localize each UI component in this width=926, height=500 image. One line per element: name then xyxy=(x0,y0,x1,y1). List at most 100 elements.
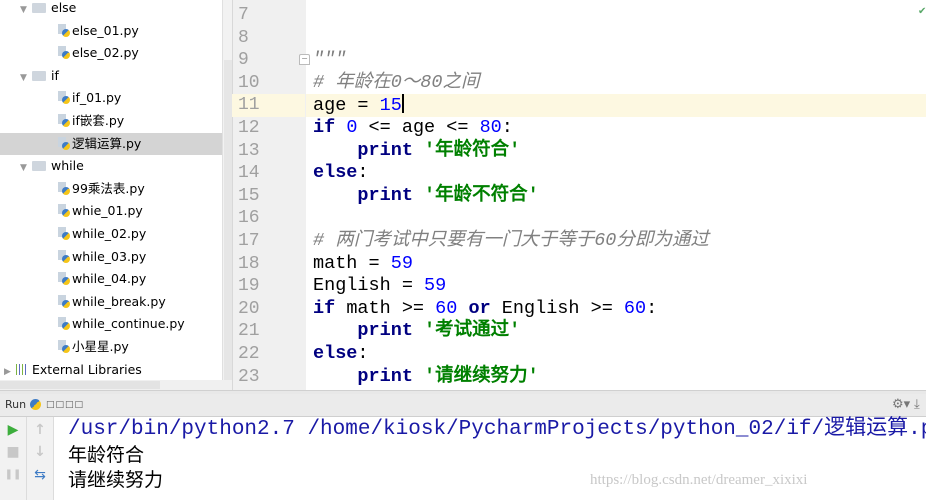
tree-folder[interactable]: ▼ if xyxy=(20,65,59,87)
python-file-icon xyxy=(58,294,70,308)
code-token: : xyxy=(646,297,658,319)
soft-wrap-icon[interactable]: ⇆ xyxy=(30,465,50,485)
line-number: 18 xyxy=(238,253,260,274)
code-line[interactable]: print '考试通过' xyxy=(306,320,926,343)
line-number: 22 xyxy=(238,344,260,364)
tree-item-label: else xyxy=(51,0,77,15)
tree-item-label: else_02.py xyxy=(72,45,139,61)
keyword-token: print xyxy=(357,320,413,342)
python-file-icon xyxy=(58,272,70,286)
project-tree-hscrollbar[interactable] xyxy=(0,380,232,390)
text-caret xyxy=(401,94,404,114)
tree-file[interactable]: 99乘法表.py xyxy=(58,178,145,200)
tree-external-libraries[interactable]: ▶ External Libraries xyxy=(4,359,142,381)
run-tab-label[interactable]: Run xyxy=(5,394,26,416)
tree-file[interactable]: if_01.py xyxy=(58,87,121,109)
keyword-token: if xyxy=(313,117,336,138)
code-line[interactable]: math = 59 xyxy=(306,253,926,276)
string-token: '年龄不符合' xyxy=(424,184,539,206)
tree-file[interactable]: else_01.py xyxy=(58,20,139,42)
tree-item-label: else_01.py xyxy=(72,22,139,38)
scrollbar-thumb[interactable] xyxy=(0,381,160,389)
tree-folder[interactable]: ▼ else xyxy=(20,0,76,19)
line-number: 23 xyxy=(238,366,260,387)
number-token: 60 xyxy=(623,297,647,319)
code-token: : xyxy=(501,117,513,138)
code-line[interactable]: else: xyxy=(306,162,926,185)
gear-icon[interactable]: ⚙▾ xyxy=(892,394,910,416)
scroll-down-icon[interactable]: ↓ xyxy=(30,442,50,462)
number-token: 0 xyxy=(346,117,358,138)
code-line[interactable]: age = 15 xyxy=(306,94,926,117)
tree-item-label: 99乘法表.py xyxy=(72,180,145,196)
python-file-icon xyxy=(58,204,70,218)
code-line[interactable]: if 0 <= age <= 80: xyxy=(306,117,926,140)
tree-item-label: while_break.py xyxy=(72,293,166,309)
tree-file[interactable]: while_04.py xyxy=(58,268,146,290)
pin-icon[interactable]: ⤓ xyxy=(914,394,920,416)
tree-item-label: while xyxy=(51,158,84,174)
keyword-token: else xyxy=(313,162,358,184)
python-file-icon xyxy=(58,249,70,263)
pause-icon[interactable]: ❚❚ xyxy=(3,465,23,485)
tree-file[interactable]: 小星星.py xyxy=(58,336,129,358)
tree-item-label: whie_01.py xyxy=(72,203,143,219)
code-line[interactable]: if math >= 60 or English >= 60: xyxy=(306,298,926,321)
line-number: 16 xyxy=(238,208,260,229)
code-line[interactable]: """ xyxy=(306,49,926,72)
expand-arrow-icon[interactable]: ▼ xyxy=(20,157,32,179)
stop-icon[interactable]: ■ xyxy=(3,442,23,462)
folder-icon xyxy=(32,3,46,13)
code-line[interactable]: print '年龄不符合' xyxy=(306,185,926,208)
code-line[interactable]: else: xyxy=(306,343,926,366)
expand-arrow-icon[interactable]: ▼ xyxy=(20,0,32,21)
code-token: <= age <= xyxy=(357,117,480,138)
keyword-token: print xyxy=(357,184,413,206)
tree-file[interactable]: while_02.py xyxy=(58,223,146,245)
code-line[interactable] xyxy=(306,27,926,50)
code-line[interactable]: # 两门考试中只要有一门大于等于60分即为通过 xyxy=(306,230,926,253)
scroll-up-icon[interactable]: ↑ xyxy=(30,420,50,440)
code-line[interactable]: print '请继续努力' xyxy=(306,366,926,389)
rerun-icon[interactable]: ▶ xyxy=(3,420,23,440)
number-token: 59 xyxy=(424,275,447,297)
folder-icon xyxy=(32,70,46,81)
tree-file[interactable]: whie_01.py xyxy=(58,200,143,222)
run-controls: ▶ ■ ❚❚ xyxy=(0,417,27,500)
python-icon xyxy=(30,399,41,410)
tree-file[interactable]: while_break.py xyxy=(58,291,166,313)
expand-arrow-icon[interactable]: ▼ xyxy=(20,67,32,89)
line-number: 14 xyxy=(238,163,260,184)
scrollbar-thumb[interactable] xyxy=(224,60,232,380)
tree-file[interactable]: while_03.py xyxy=(58,246,146,268)
code-line[interactable]: English = 59 xyxy=(306,275,926,298)
console-controls: ↑ ↓ ⇆ xyxy=(27,417,54,500)
python-file-icon xyxy=(58,181,70,195)
tree-file[interactable]: if嵌套.py xyxy=(58,110,124,132)
keyword-token: if xyxy=(313,297,336,319)
console-output-line: 年龄符合 xyxy=(68,444,145,466)
run-config-name[interactable]: □□□□ xyxy=(46,394,84,416)
line-number: 11 xyxy=(232,94,305,117)
number-token: 15 xyxy=(379,95,402,117)
tree-item-label: while_03.py xyxy=(72,248,147,264)
code-line[interactable]: print '年龄符合' xyxy=(306,140,926,163)
python-file-icon xyxy=(58,114,70,127)
tree-file[interactable]: else_02.py xyxy=(58,42,139,64)
tree-file[interactable]: while_continue.py xyxy=(58,313,185,335)
code-line[interactable] xyxy=(306,4,926,27)
line-number: 19 xyxy=(238,276,260,297)
tree-folder[interactable]: ▼ while xyxy=(20,155,84,177)
line-number: 17 xyxy=(238,231,260,251)
python-file-icon xyxy=(58,317,70,331)
python-file-icon xyxy=(58,46,70,60)
code-line[interactable]: # 年龄在0～80之间 xyxy=(306,72,926,95)
string-token: '考试通过' xyxy=(424,320,521,342)
code-line[interactable] xyxy=(306,207,926,230)
line-number: 20 xyxy=(238,298,260,319)
